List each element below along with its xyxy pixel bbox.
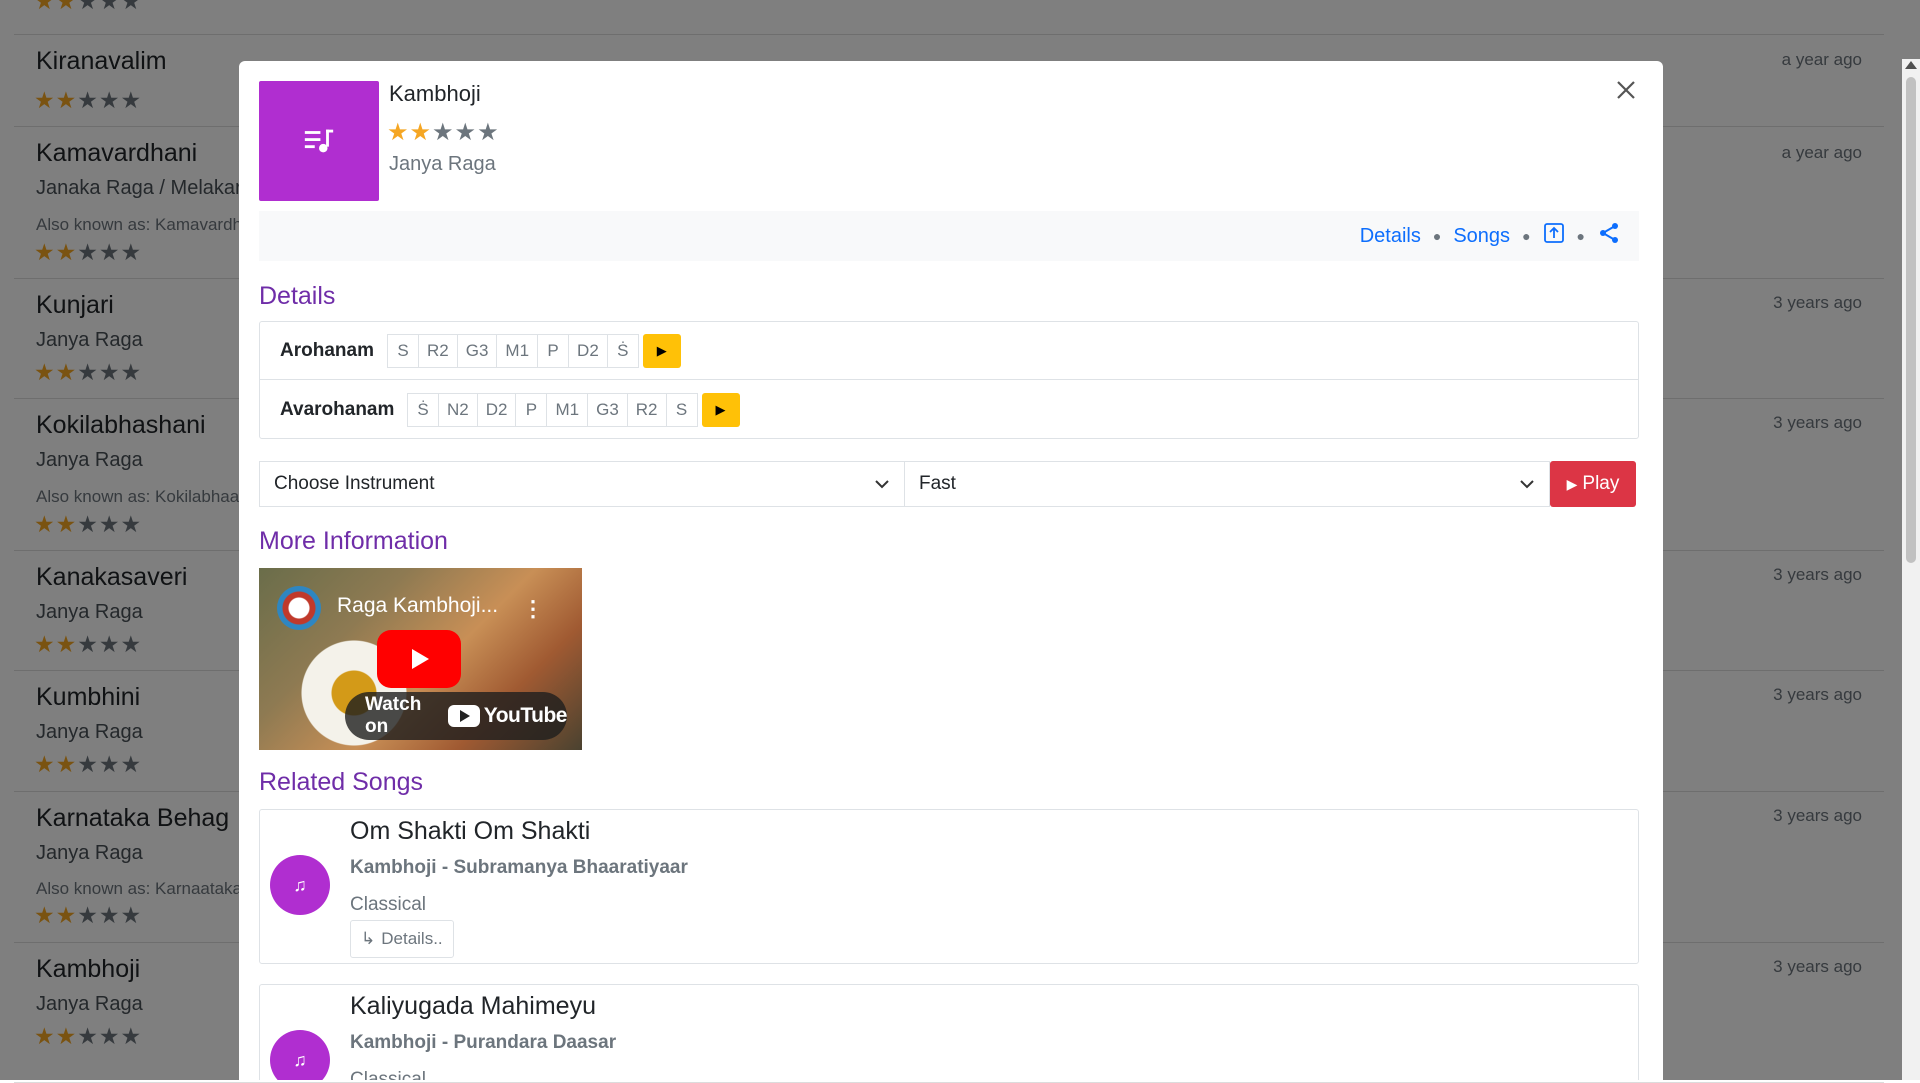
youtube-play-icon[interactable] xyxy=(377,630,461,688)
share-icon[interactable] xyxy=(1597,221,1621,251)
related-songs-heading: Related Songs xyxy=(259,768,424,796)
music-note-icon: ♫ xyxy=(270,1030,330,1080)
nav-songs-link[interactable]: Songs xyxy=(1453,225,1510,248)
arohanam-row: Arohanam S R2 G3 M1 P D2 Ṡ ▶ xyxy=(260,322,1638,380)
song-title[interactable]: Om Shakti Om Shakti xyxy=(350,817,590,846)
video-title[interactable]: Raga Kambhoji... xyxy=(337,594,498,618)
note-cell: N2 xyxy=(438,393,478,427)
note-cell: G3 xyxy=(587,393,628,427)
upload-icon[interactable] xyxy=(1543,222,1565,250)
page-scrollbar[interactable] xyxy=(1902,59,1920,1080)
note-cell: G3 xyxy=(456,333,498,368)
note-cell: M1 xyxy=(546,393,589,427)
youtube-logo-icon xyxy=(447,705,480,727)
note-cell: D2 xyxy=(476,393,517,427)
chevron-down-icon xyxy=(874,473,890,495)
more-info-heading: More Information xyxy=(259,527,448,555)
play-arohanam-button[interactable]: ▶ xyxy=(642,333,681,368)
play-avarohanam-button[interactable]: ▶ xyxy=(701,393,740,427)
song-card[interactable]: ♫ Om Shakti Om Shakti Kambhoji - Subrama… xyxy=(259,809,1639,964)
chevron-down-icon xyxy=(1519,473,1535,495)
details-label: Details.. xyxy=(381,929,443,948)
playback-controls: Choose Instrument Fast ▶ Play xyxy=(259,461,1639,507)
separator-dot: ● xyxy=(1432,228,1442,244)
close-icon[interactable] xyxy=(1611,75,1641,105)
play-button[interactable]: ▶ Play xyxy=(1550,461,1636,507)
note-cell: S xyxy=(387,333,419,368)
song-subtitle: Kambhoji - Subramanya Bhaaratiyaar xyxy=(350,857,688,878)
note-cell: Ṡ xyxy=(407,393,439,427)
play-label: Play xyxy=(1582,473,1620,494)
note-cell: P xyxy=(515,393,548,427)
raga-type: Janya Raga xyxy=(389,153,496,175)
scale-table: Arohanam S R2 G3 M1 P D2 Ṡ ▶ Avarohanam Ṡ N2 D2 P… xyxy=(259,321,1639,439)
note-cell: S xyxy=(665,393,698,427)
note-cell: D2 xyxy=(568,333,608,368)
scroll-up-icon[interactable] xyxy=(1905,61,1917,69)
scroll-thumb[interactable] xyxy=(1906,77,1916,563)
separator-dot: ● xyxy=(1522,228,1531,244)
song-genre: Classical xyxy=(350,1069,427,1080)
arohanam-label: Arohanam xyxy=(280,339,374,361)
avarohanam-notes: Ṡ N2 D2 P M1 G3 R2 S xyxy=(407,393,698,427)
note-cell: M1 xyxy=(496,333,539,368)
rating-stars[interactable]: ★★★★★ xyxy=(387,118,500,147)
arohanam-notes: S R2 G3 M1 P D2 Ṡ xyxy=(387,333,639,368)
raga-title: Kambhoji xyxy=(389,81,481,106)
reply-arrow-icon: ↳ xyxy=(361,929,376,948)
nav-details-link[interactable]: Details xyxy=(1360,225,1421,248)
avarohanam-row: Avarohanam Ṡ N2 D2 P M1 G3 R2 S ▶ xyxy=(260,381,1638,439)
song-details-button[interactable]: ↳ Details.. xyxy=(350,920,454,958)
note-cell: P xyxy=(537,333,570,368)
music-note-icon: ♫ xyxy=(270,855,330,915)
song-genre: Classical xyxy=(350,894,427,915)
separator-dot: ● xyxy=(1576,228,1585,244)
raga-modal: Kambhoji ★★★★★ Janya Raga Details ● Song… xyxy=(239,61,1663,1080)
note-cell: R2 xyxy=(626,393,667,427)
song-card[interactable]: ♫ Kaliyugada Mahimeyu Kambhoji - Puranda… xyxy=(259,984,1639,1080)
youtube-brand: YouTube xyxy=(483,704,568,727)
details-heading: Details xyxy=(259,282,336,310)
speed-select[interactable]: Fast xyxy=(904,461,1550,507)
modal-nav: Details ● Songs ● ● xyxy=(259,211,1639,261)
instrument-select[interactable]: Choose Instrument xyxy=(259,461,905,507)
song-subtitle: Kambhoji - Purandara Daasar xyxy=(350,1032,617,1053)
watch-on-youtube-button[interactable]: Watch on YouTube xyxy=(345,692,568,740)
youtube-embed[interactable]: Raga Kambhoji... ⋮ Watch on YouTube xyxy=(259,568,582,750)
speed-select-value: Fast xyxy=(919,473,956,494)
note-cell: Ṡ xyxy=(606,333,639,368)
channel-logo[interactable] xyxy=(277,586,321,630)
note-cell: R2 xyxy=(418,333,458,368)
play-icon: ▶ xyxy=(1566,475,1578,492)
instrument-select-value: Choose Instrument xyxy=(274,473,435,494)
more-vert-icon[interactable]: ⋮ xyxy=(522,596,544,622)
watch-on-label: Watch on xyxy=(365,694,422,737)
playlist-music-icon xyxy=(259,81,379,201)
avarohanam-label: Avarohanam xyxy=(280,399,395,420)
song-title[interactable]: Kaliyugada Mahimeyu xyxy=(350,992,596,1021)
